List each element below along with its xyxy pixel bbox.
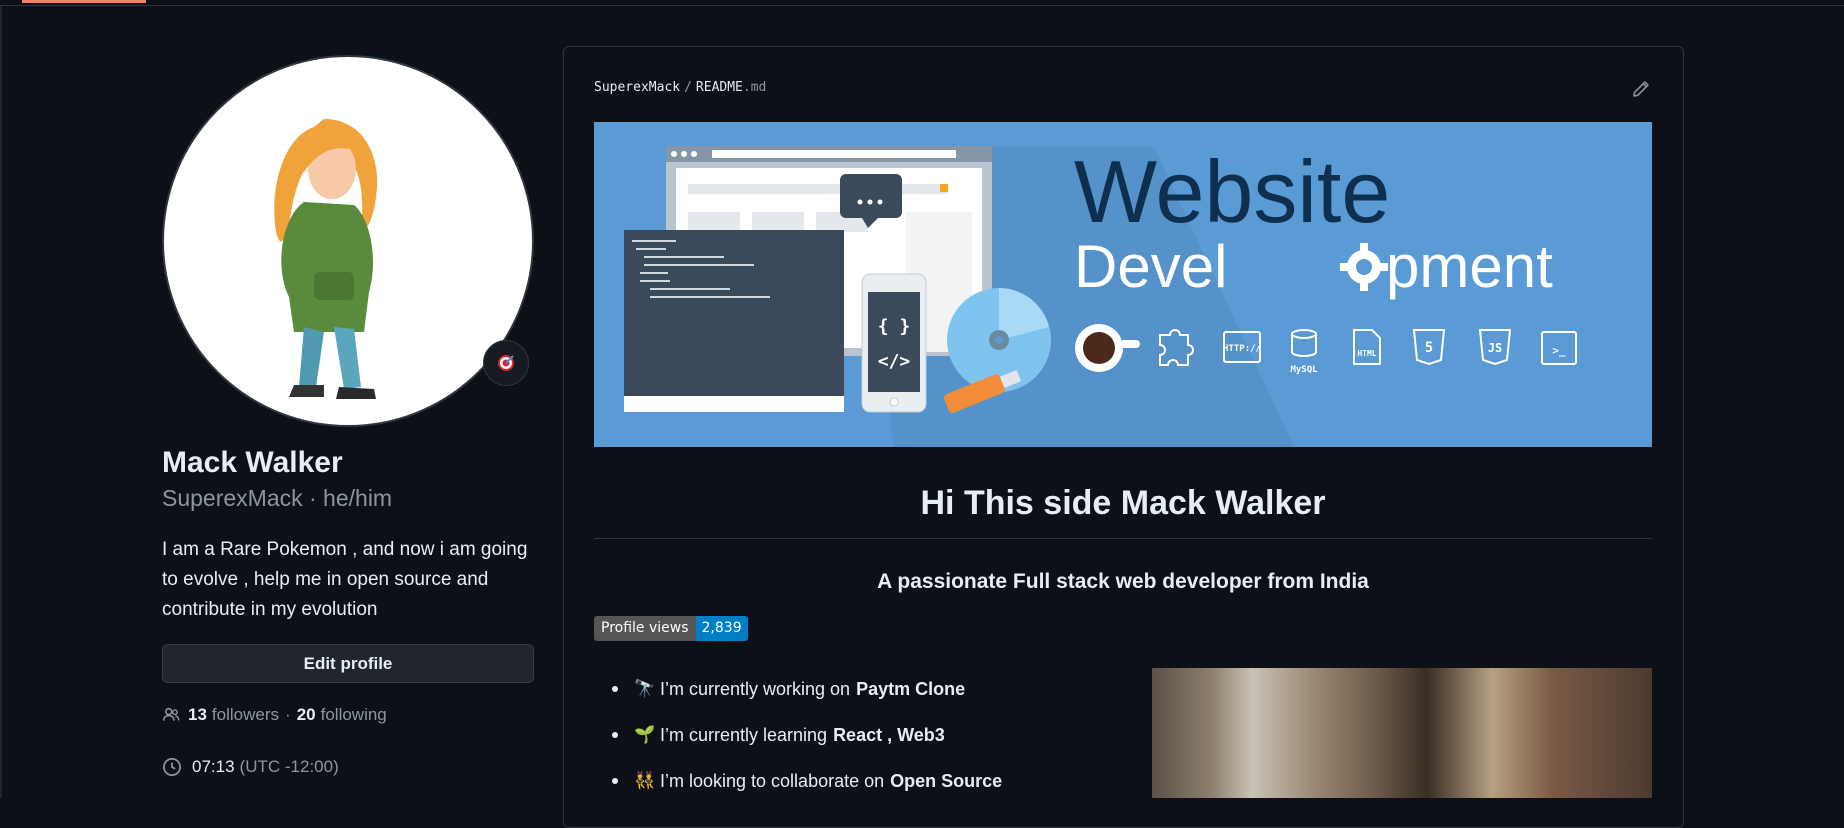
list-item: 🌱 I’m currently learning React , Web3 [611, 712, 1002, 758]
avatar[interactable] [162, 55, 534, 427]
window-edge [0, 0, 2, 798]
local-time-value: 07:13 [192, 757, 235, 776]
profile-login-pronouns: SuperexMack · he/him [162, 485, 393, 511]
seedling-icon: 🌱 [634, 725, 656, 744]
readme-animated-image [1152, 668, 1652, 798]
banner-subtitle-start: Devel [1074, 233, 1227, 300]
svg-text:MySQL: MySQL [1290, 365, 1318, 375]
active-tab-indicator[interactable] [22, 0, 146, 3]
readme-heading: Hi This side Mack Walker [920, 484, 1326, 522]
profile-tab-bar [0, 0, 1844, 6]
readme-subheading: A passionate Full stack web developer fr… [877, 570, 1369, 593]
readme-list: 🔭 I’m currently working on Paytm Clone 🌱 … [594, 666, 1002, 804]
followers-link[interactable]: 13 followers [188, 705, 279, 725]
character-illustration [274, 119, 378, 399]
readme-banner: { } </> Website Devel pment HTTP:// MySQ… [594, 122, 1652, 447]
banner-title: Website [1074, 142, 1390, 241]
readme-breadcrumb: SuperexMack / README.md [594, 80, 767, 95]
svg-text:JS: JS [1488, 341, 1502, 355]
edit-profile-button[interactable]: Edit profile [162, 644, 534, 683]
following-link[interactable]: 20 following [297, 705, 387, 725]
list-item: 👯 I’m looking to collaborate on Open Sour… [611, 758, 1002, 804]
status-button[interactable] [483, 340, 529, 386]
svg-text:>_: >_ [1552, 344, 1566, 357]
timezone-label: (UTC -12:00) [239, 757, 339, 776]
clock-icon [163, 758, 181, 776]
profile-bio: I am a Rare Pokemon , and now i am going… [162, 539, 528, 620]
telescope-icon: 🔭 [634, 679, 656, 698]
avatar-image [162, 55, 534, 427]
html-file-icon [1353, 329, 1381, 365]
follow-stats: 13 followers · 20 following [162, 705, 387, 725]
svg-text:HTML: HTML [1357, 349, 1376, 358]
badge-value: 2,839 [695, 616, 748, 641]
database-icon [1291, 329, 1317, 339]
follow-separator: · [285, 705, 291, 724]
svg-text:5: 5 [1425, 340, 1433, 356]
target-icon [498, 355, 514, 371]
heading-divider [594, 538, 1652, 539]
banner-tag: </> [878, 351, 911, 372]
banner-braces: { } [878, 316, 911, 337]
badge-label: Profile views [594, 616, 696, 641]
profile-views-badge[interactable]: Profile views 2,839 [594, 616, 748, 641]
profile-name: Mack Walker [162, 446, 343, 479]
people-icon [162, 707, 180, 721]
list-item: 🔭 I’m currently working on Paytm Clone [611, 666, 1002, 712]
pencil-icon[interactable] [1632, 80, 1650, 98]
dancers-icon: 👯 [634, 771, 656, 790]
banner-subtitle-end: pment [1386, 233, 1553, 300]
readme-file-name: README [695, 80, 743, 95]
readme-owner-link[interactable]: SuperexMack [594, 80, 680, 95]
local-time: 07:13 (UTC -12:00) [162, 757, 339, 777]
banner-illustration: { } </> Website Devel pment HTTP:// MySQ… [624, 142, 1577, 447]
svg-text:HTTP://: HTTP:// [1223, 344, 1261, 354]
gear-icon [1340, 243, 1388, 291]
